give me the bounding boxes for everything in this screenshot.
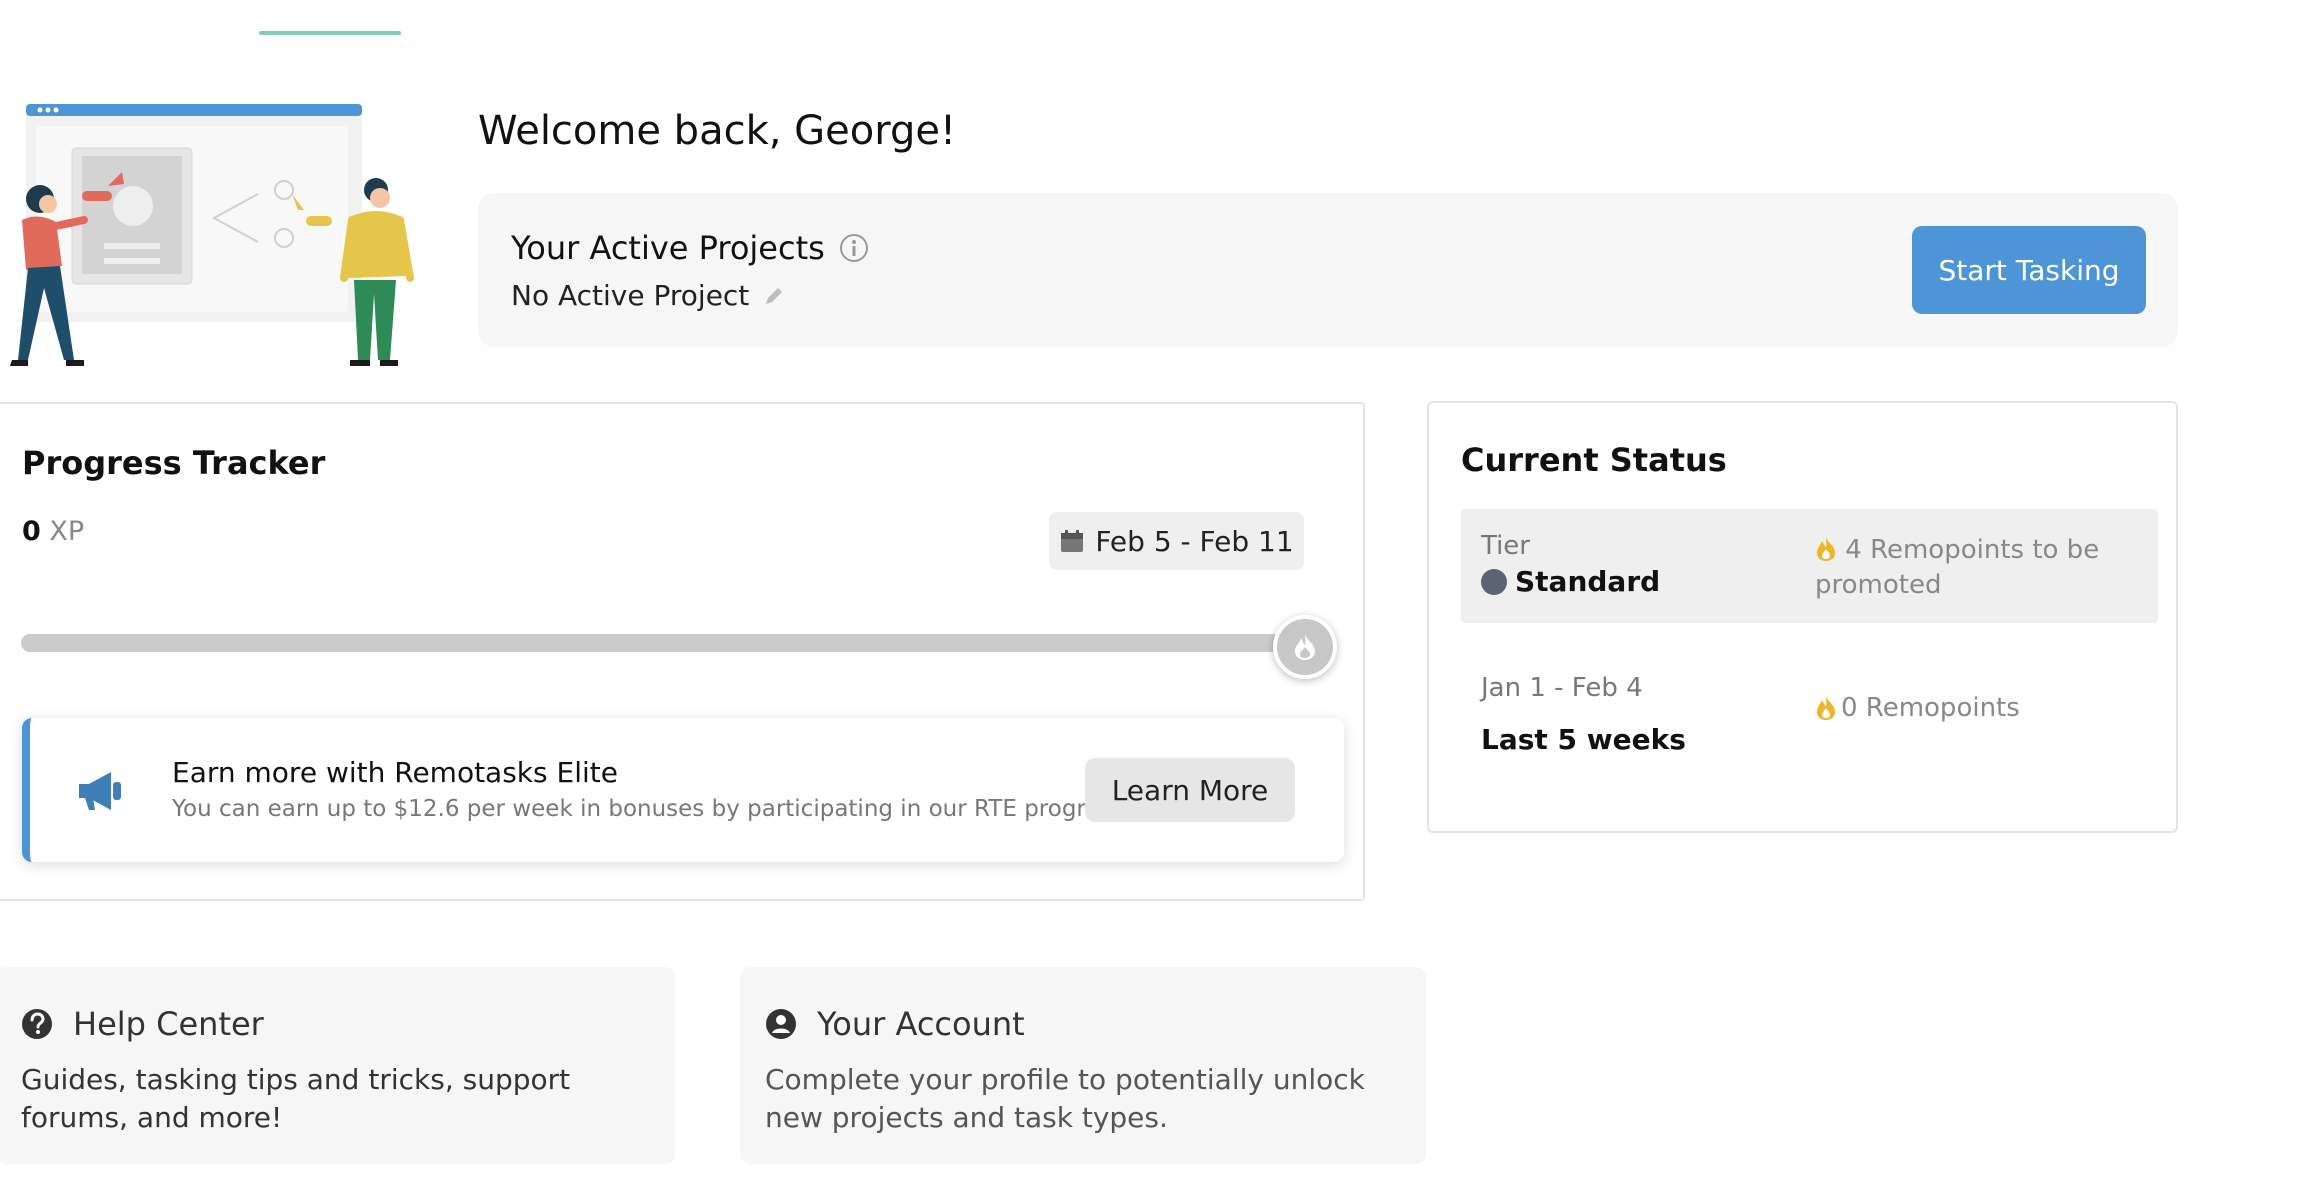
progress-goal-marker [1273, 615, 1337, 679]
welcome-illustration [10, 104, 414, 366]
date-range-text: Feb 5 - Feb 11 [1095, 524, 1294, 558]
current-status-card: Current Status Tier Standard 4 Remopoint… [1427, 401, 2178, 833]
xp-readout: 0 XP [22, 516, 84, 547]
elite-description: You can earn up to $12.6 per week in bon… [172, 796, 1130, 822]
tier-box: Tier Standard 4 Remopoints to be promote… [1461, 509, 2158, 623]
elite-title: Earn more with Remotasks Elite [172, 756, 618, 789]
your-account-title: Your Account [817, 1005, 1025, 1043]
tier-dot-icon [1481, 568, 1507, 595]
period-label: Last 5 weeks [1481, 723, 1686, 756]
promotion-text: 4 Remopoints to be promoted [1815, 535, 2100, 600]
megaphone-icon [79, 772, 121, 810]
elite-banner: Earn more with Remotasks Elite You can e… [22, 718, 1344, 862]
flame-icon [1817, 696, 1835, 720]
info-icon[interactable] [839, 233, 869, 263]
start-tasking-button[interactable]: Start Tasking [1912, 226, 2146, 314]
your-account-card[interactable]: Your Account Complete your profile to po… [740, 967, 1426, 1164]
current-status-title: Current Status [1461, 441, 1727, 479]
active-project-name: No Active Project [511, 279, 750, 312]
active-tab-indicator [259, 31, 401, 35]
flame-icon [1817, 537, 1835, 561]
edit-pencil-icon[interactable] [763, 285, 785, 307]
user-circle-icon [766, 1009, 796, 1039]
help-center-card[interactable]: Help Center Guides, tasking tips and tri… [0, 967, 675, 1164]
learn-more-button[interactable]: Learn More [1085, 758, 1295, 822]
progress-bar [21, 634, 1281, 652]
tier-label: Tier [1481, 531, 1530, 561]
your-account-description: Complete your profile to potentially unl… [765, 1063, 1365, 1134]
welcome-heading: Welcome back, George! [478, 108, 957, 154]
help-center-title: Help Center [73, 1005, 264, 1043]
calendar-icon [1061, 530, 1084, 552]
active-projects-card: Your Active Projects No Active Project S… [478, 193, 2178, 347]
tier-value: Standard [1515, 565, 1661, 598]
remopoints-text: 0 Remopoints [1841, 693, 2020, 723]
progress-tracker-card: Progress Tracker 0 XP Feb 5 - Feb 11 Ear… [0, 402, 1365, 901]
xp-value: 0 [22, 516, 41, 547]
active-projects-title: Your Active Projects [511, 229, 825, 267]
date-range-chip[interactable]: Feb 5 - Feb 11 [1049, 512, 1304, 570]
flame-icon [1295, 634, 1315, 660]
xp-unit: XP [49, 516, 85, 547]
progress-tracker-title: Progress Tracker [22, 444, 326, 482]
question-circle-icon [22, 1009, 52, 1039]
period-range: Jan 1 - Feb 4 [1481, 673, 1643, 703]
help-center-description: Guides, tasking tips and tricks, support… [21, 1063, 571, 1134]
